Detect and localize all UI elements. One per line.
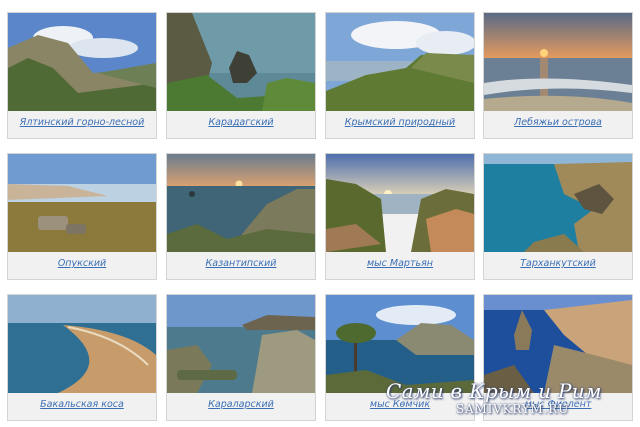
reserve-link[interactable]: Ялтинский горно-лесной [8,117,156,128]
reserve-link[interactable]: Лебяжьи острова [484,117,632,128]
reserve-photo[interactable] [167,13,315,111]
reserve-link[interactable]: Карадагский [167,117,315,128]
reserve-photo[interactable] [326,154,474,252]
reserve-card[interactable]: Тарханкутский [483,153,633,280]
reserve-photo[interactable] [484,154,632,252]
reserve-card[interactable]: Крымский природный [325,12,475,139]
reserve-photo[interactable] [8,154,156,252]
reserve-photo[interactable] [8,13,156,111]
reserve-card[interactable]: Ялтинский горно-лесной [7,12,157,139]
reserve-card[interactable]: Опукский [7,153,157,280]
reserve-card[interactable]: мыс Мартьян [325,153,475,280]
reserve-photo[interactable] [8,295,156,393]
reserve-link[interactable]: Крымский природный [326,117,474,128]
reserve-link[interactable]: Караларский [167,399,315,410]
reserve-card[interactable]: Лебяжьи острова [483,12,633,139]
reserve-card[interactable]: Карадагский [166,12,316,139]
reserve-link[interactable]: мыс Көмчик [326,399,474,410]
reserve-photo[interactable] [326,13,474,111]
reserve-card[interactable]: Казантипский [166,153,316,280]
reserve-card[interactable]: Караларский [166,294,316,421]
reserve-photo[interactable] [167,295,315,393]
reserve-link[interactable]: мыс Мартьян [326,258,474,269]
reserve-card[interactable]: Бакальская коса [7,294,157,421]
reserve-link[interactable]: Тарханкутский [484,258,632,269]
reserve-photo[interactable] [326,295,474,393]
reserve-card[interactable]: мыс Көмчик [325,294,475,421]
reserve-photo[interactable] [167,154,315,252]
reserve-photo[interactable] [484,13,632,111]
reserve-link[interactable]: Опукский [8,258,156,269]
reserve-link[interactable]: Бакальская коса [8,399,156,410]
reserve-photo[interactable] [484,295,632,393]
reserves-grid: Ялтинский горно-лесной Карадагский Крымс… [0,0,640,427]
reserve-card[interactable]: мыс Фиолент [483,294,633,421]
reserve-link[interactable]: Казантипский [167,258,315,269]
reserve-link[interactable]: мыс Фиолент [484,399,632,410]
